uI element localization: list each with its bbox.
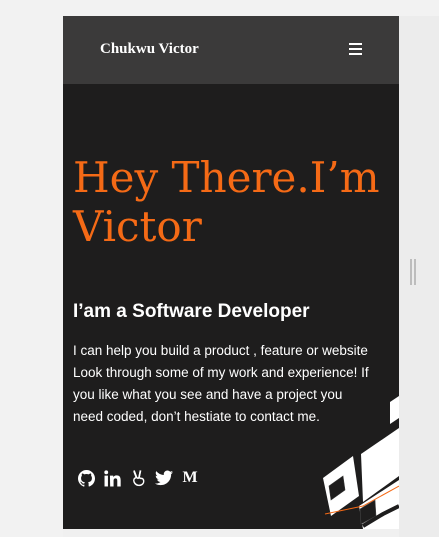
browser-bottom-edge bbox=[63, 529, 399, 537]
decorative-shapes bbox=[323, 396, 399, 529]
page-viewport: Chukwu Victor Hey There.I’m Victor I’am … bbox=[63, 16, 399, 529]
browser-side-panel bbox=[399, 16, 439, 537]
resize-handle[interactable] bbox=[410, 259, 416, 285]
